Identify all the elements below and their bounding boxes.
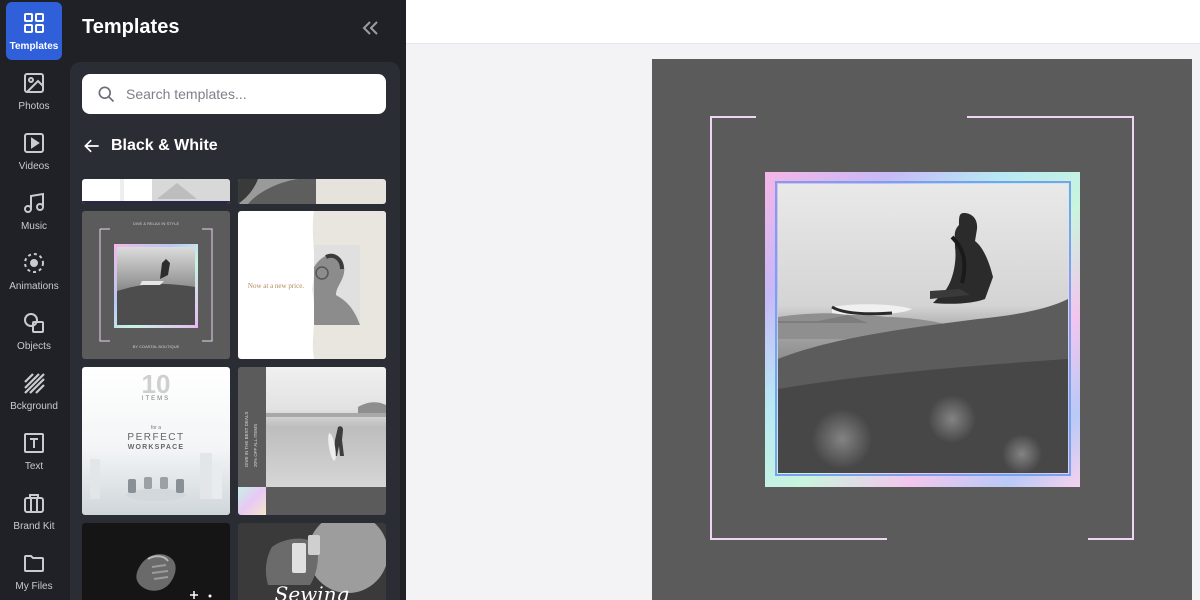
sidebar-item-text[interactable]: Text bbox=[0, 422, 68, 480]
thumb-side-text-2: 20% OFF ALL ITEMS bbox=[253, 424, 258, 467]
template-thumbnail[interactable]: Now at a new price. bbox=[238, 211, 386, 359]
thumb-perfect-text: PERFECT bbox=[127, 432, 184, 443]
sidebar-item-label: Bckground bbox=[10, 401, 58, 412]
animation-icon bbox=[22, 251, 46, 275]
sidebar-item-videos[interactable]: Videos bbox=[0, 122, 68, 180]
template-thumbnail[interactable] bbox=[238, 179, 386, 204]
collapse-panel-button[interactable] bbox=[358, 16, 382, 40]
sidebar-item-label: Text bbox=[24, 461, 44, 472]
thumb-side-text: DIVE IN THE BEST DEALS bbox=[244, 412, 249, 467]
thumb-price-text: Now at a new price. bbox=[248, 282, 304, 290]
template-thumbnail-selected[interactable]: DIVE & RELAX IN STYLE BY COASTAL BOUTIQU… bbox=[82, 211, 230, 359]
grid-icon bbox=[22, 11, 46, 35]
text-icon bbox=[22, 431, 46, 455]
stripes-icon bbox=[22, 371, 46, 395]
search-icon bbox=[98, 86, 115, 103]
sidebar-item-music[interactable]: Music bbox=[0, 182, 68, 240]
sidebar-item-label: Templates bbox=[9, 41, 59, 52]
category-title: Black & White bbox=[111, 137, 218, 154]
sidebar-item-label: Objects bbox=[17, 341, 51, 352]
sidebar-item-animations[interactable]: Animations bbox=[0, 242, 68, 300]
shapes-icon bbox=[22, 311, 46, 335]
templates-panel-body: Black & White bbox=[70, 62, 400, 600]
panel-title: Templates bbox=[82, 16, 180, 38]
sidebar-item-label: Videos bbox=[18, 161, 50, 172]
thumb-number-text: 10 bbox=[142, 369, 171, 399]
play-icon bbox=[22, 131, 46, 155]
template-thumbnail[interactable]: Sewing bbox=[238, 523, 386, 600]
sidebar-item-label: Photos bbox=[18, 101, 50, 112]
templates-panel: Templates Black & White bbox=[68, 0, 406, 600]
music-note-icon bbox=[22, 191, 46, 215]
thumb-workspace-text: WORKSPACE bbox=[128, 444, 185, 451]
folder-icon bbox=[22, 551, 46, 575]
search-box[interactable] bbox=[82, 74, 386, 114]
template-thumbnail[interactable]: DIVE IN THE BEST DEALS 20% OFF ALL ITEMS bbox=[238, 367, 386, 515]
editor-top-bar bbox=[406, 0, 1200, 44]
sidebar-item-photos[interactable]: Photos bbox=[0, 62, 68, 120]
sidebar-item-brand-kit[interactable]: Brand Kit bbox=[0, 482, 68, 540]
double-chevron-left-icon bbox=[362, 21, 378, 35]
sidebar-item-label: Music bbox=[20, 221, 48, 232]
search-input[interactable] bbox=[126, 86, 376, 102]
sidebar-item-background[interactable]: Bckground bbox=[0, 362, 68, 420]
sidebar-item-label: Animations bbox=[9, 281, 59, 292]
image-icon bbox=[22, 71, 46, 95]
icon-rail: Templates Photos Videos Music Animations… bbox=[0, 0, 68, 600]
sidebar-item-label: Brand Kit bbox=[13, 521, 55, 532]
thumb-script-text: Sewing bbox=[275, 582, 350, 600]
sidebar-item-templates[interactable]: Templates bbox=[6, 2, 62, 60]
template-thumbnail[interactable] bbox=[82, 179, 230, 204]
design-canvas[interactable] bbox=[652, 59, 1192, 600]
template-thumbnail[interactable]: 10 ITEMS for a PERFECT WORKSPACE bbox=[82, 367, 230, 515]
arrow-left-icon bbox=[84, 139, 99, 153]
category-back-button[interactable]: Black & White bbox=[82, 136, 218, 156]
sidebar-item-objects[interactable]: Objects bbox=[0, 302, 68, 360]
briefcase-icon bbox=[22, 491, 46, 515]
template-thumbnail[interactable] bbox=[82, 523, 230, 600]
thumb-top-text: DIVE & RELAX IN STYLE bbox=[133, 221, 180, 226]
thumb-items-text: ITEMS bbox=[142, 396, 170, 402]
thumb-fora-text: for a bbox=[151, 425, 161, 431]
thumb-bottom-text: BY COASTAL BOUTIQUE bbox=[133, 344, 180, 349]
sidebar-item-label: My Files bbox=[15, 581, 53, 592]
sidebar-item-my-files[interactable]: My Files bbox=[0, 542, 68, 600]
